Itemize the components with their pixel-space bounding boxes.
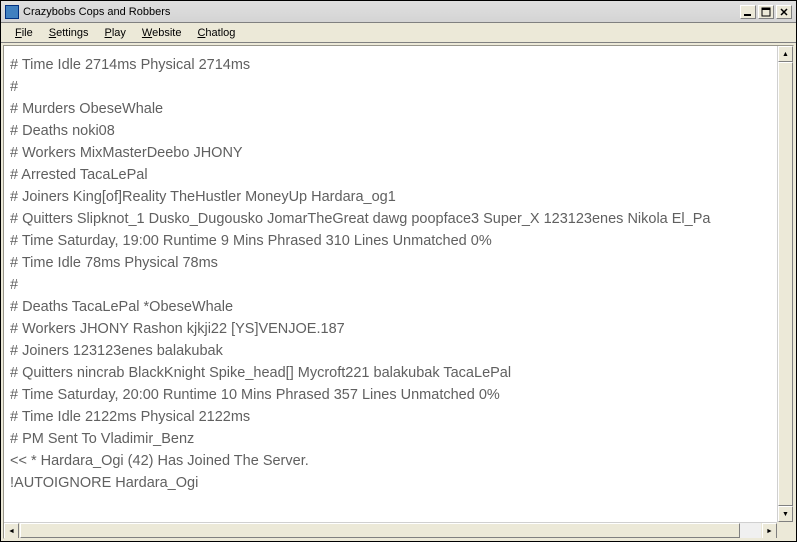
log-line: # Time Saturday, 19:00 Runtime 9 Mins Ph…	[10, 230, 771, 252]
log-line: # Murders ObeseWhale	[10, 98, 771, 120]
log-line: # PM Sent To Vladimir_Benz	[10, 428, 771, 450]
scroll-down-button[interactable]: ▼	[778, 506, 793, 522]
log-line: # Arrested TacaLePal	[10, 164, 771, 186]
content-area: # Time Idle 2714ms Physical 2714ms # # M…	[3, 45, 794, 539]
log-line: << * Hardara_Ogi (42) Has Joined The Ser…	[10, 450, 771, 472]
menu-settings[interactable]: Settings	[41, 25, 97, 41]
scrollbar-corner	[777, 522, 793, 538]
log-line: # Deaths TacaLePal *ObeseWhale	[10, 296, 771, 318]
application-window: Crazybobs Cops and Robbers File Settings…	[0, 0, 797, 542]
horizontal-scroll-thumb[interactable]	[20, 523, 740, 538]
maximize-button[interactable]	[758, 5, 774, 19]
log-line: # Time Saturday, 20:00 Runtime 10 Mins P…	[10, 384, 771, 406]
chevron-right-icon: ►	[766, 528, 773, 535]
log-line: # Time Idle 2714ms Physical 2714ms	[10, 54, 771, 76]
window-title: Crazybobs Cops and Robbers	[23, 6, 740, 18]
chevron-down-icon: ▼	[782, 511, 789, 518]
vertical-scroll-thumb[interactable]	[778, 62, 793, 506]
scroll-up-button[interactable]: ▲	[778, 46, 793, 62]
log-line: # Quitters Slipknot_1 Dusko_Dugousko Jom…	[10, 208, 771, 230]
minimize-icon	[743, 7, 753, 17]
window-controls	[740, 5, 796, 19]
scroll-left-button[interactable]: ◄	[4, 523, 19, 539]
log-line: # Time Idle 2122ms Physical 2122ms	[10, 406, 771, 428]
log-line: #	[10, 76, 771, 98]
menu-website[interactable]: Website	[134, 25, 190, 41]
log-line: # Workers JHONY Rashon kjkji22 [YS]VENJO…	[10, 318, 771, 340]
menubar: File Settings Play Website Chatlog	[1, 23, 796, 43]
log-line: # Quitters nincrab BlackKnight Spike_hea…	[10, 362, 771, 384]
log-line: #	[10, 274, 771, 296]
log-line: # Deaths noki08	[10, 120, 771, 142]
chevron-left-icon: ◄	[8, 528, 15, 535]
menu-play[interactable]: Play	[97, 25, 134, 41]
close-icon	[779, 7, 789, 17]
titlebar[interactable]: Crazybobs Cops and Robbers	[1, 1, 796, 23]
close-button[interactable]	[776, 5, 792, 19]
log-line: # Time Idle 78ms Physical 78ms	[10, 252, 771, 274]
log-line: # Workers MixMasterDeebo JHONY	[10, 142, 771, 164]
menu-file[interactable]: File	[7, 25, 41, 41]
log-line: # Joiners 123123enes balakubak	[10, 340, 771, 362]
menu-chatlog[interactable]: Chatlog	[189, 25, 243, 41]
vertical-scrollbar[interactable]: ▲ ▼	[777, 46, 793, 522]
minimize-button[interactable]	[740, 5, 756, 19]
scroll-right-button[interactable]: ►	[762, 523, 777, 539]
app-icon	[5, 5, 19, 19]
log-view[interactable]: # Time Idle 2714ms Physical 2714ms # # M…	[4, 46, 777, 522]
maximize-icon	[761, 7, 771, 17]
chevron-up-icon: ▲	[782, 51, 789, 58]
log-line: !AUTOIGNORE Hardara_Ogi	[10, 472, 771, 494]
horizontal-scrollbar[interactable]: ◄ ►	[4, 522, 777, 538]
log-line: # Joiners King[of]Reality TheHustler Mon…	[10, 186, 771, 208]
